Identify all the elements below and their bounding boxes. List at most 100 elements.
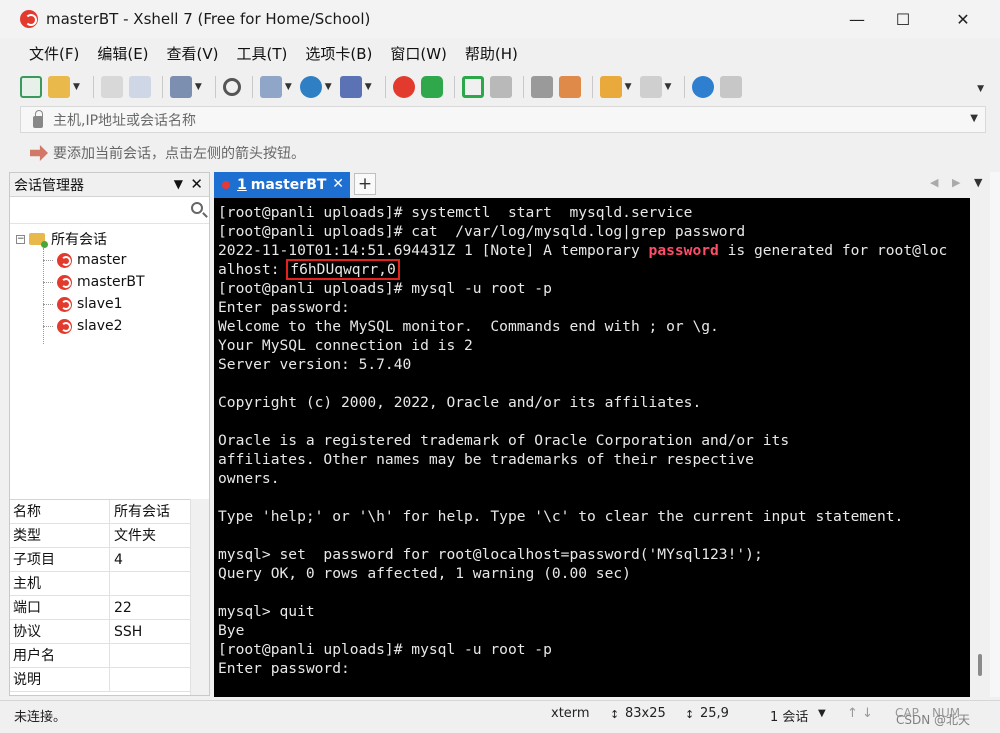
pin-icon[interactable]: ▼ [174,177,183,191]
scrollbar-thumb[interactable] [978,654,982,676]
new-session-icon[interactable] [20,76,42,98]
tree-item-master[interactable]: master [43,252,126,268]
address-bar[interactable]: 主机,IP地址或会话名称 ▼ [20,106,986,133]
menu-window[interactable]: 窗口(W) [381,41,456,67]
font-icon[interactable] [339,76,362,98]
sessions-dropdown-icon[interactable]: ▼ [818,708,826,719]
xshell-window: masterBT - Xshell 7 (Free for Home/Schoo… [0,0,1000,733]
tree-root-label: 所有会话 [51,232,107,248]
properties-icon[interactable] [169,76,192,98]
tree-item-slave2[interactable]: slave2 [43,318,123,334]
search-icon[interactable] [191,202,203,214]
menu-edit[interactable]: 编辑(E) [88,41,157,67]
address-input[interactable]: 主机,IP地址或会话名称 [53,110,196,130]
open-folder-icon[interactable] [48,76,70,98]
tab-next-icon[interactable]: ▶ [952,176,960,189]
menu-tools[interactable]: 工具(T) [228,41,297,67]
menu-tab[interactable]: 选项卡(B) [296,41,381,67]
next-arrow-icon[interactable]: ↓ [862,706,873,721]
session-manager-title: 会话管理器 [14,177,84,194]
tree-item-label: master [77,252,127,268]
disconnect-icon[interactable] [128,76,151,98]
terminal-line: Enter password: [218,299,350,316]
properties-dropdown-icon[interactable]: ▼ [195,82,202,92]
toolbar-overflow-icon[interactable]: ▼ [977,84,984,94]
property-value: 22 [114,600,132,616]
terminal-line: alhost: f6hDUqwqrr,0 [218,259,970,280]
toolbar-separator [684,76,686,98]
window-title: masterBT - Xshell 7 (Free for Home/Schoo… [46,10,371,28]
session-search-input[interactable] [10,197,209,224]
layout-icon[interactable] [639,76,662,98]
close-icon[interactable]: ✕ [190,175,203,193]
tab-masterbt[interactable]: 1 masterBT ✕ [214,172,350,198]
tree-item-slave1[interactable]: slave1 [43,296,123,312]
connection-status-icon [222,181,230,189]
menu-help[interactable]: 帮助(H) [456,41,527,67]
tree-branch-line [43,259,53,261]
toolbar-separator [161,76,163,98]
minimize-button[interactable]: — [834,6,880,32]
transfer-icon[interactable] [259,76,282,98]
tab-list-icon[interactable]: ▼ [974,176,982,189]
property-value [110,668,114,691]
tab-bar: 1 masterBT ✕ + ◀ ▶ ▼ [214,172,990,198]
property-key: 名称 [10,500,110,523]
tree-item-label: slave2 [77,318,123,334]
layout-dropdown-icon[interactable]: ▼ [665,82,672,92]
add-session-arrow-icon[interactable] [30,145,48,161]
help-icon[interactable] [692,76,715,98]
globe-icon[interactable] [299,76,322,98]
xshell-icon[interactable] [392,76,415,98]
font-dropdown-icon[interactable]: ▼ [365,82,372,92]
terminal-line: Type 'help;' or '\h' for help. Type '\c'… [218,508,904,525]
keyboard-icon[interactable] [530,76,553,98]
property-key: 用户名 [10,644,110,667]
terminal-output[interactable]: [root@panli uploads]# systemctl start my… [214,198,970,697]
tree-item-masterbt[interactable]: masterBT [43,274,145,290]
menu-view[interactable]: 查看(V) [158,41,228,67]
find-icon[interactable] [222,78,241,96]
maximize-button[interactable]: ☐ [880,6,926,32]
temporary-password: f6hDUqwqrr,0 [286,259,400,280]
compose-icon[interactable] [599,76,622,98]
properties-scrollbar[interactable] [190,499,209,695]
session-tree: − 所有会话 master masterBT slave1 slave2 [10,224,209,494]
close-button[interactable]: ✕ [940,6,986,32]
compose-dropdown-icon[interactable]: ▼ [625,82,632,92]
hint-bar: 要添加当前会话，点击左侧的箭头按钮。 [20,140,986,166]
session-icon [57,252,72,268]
terminal-line: Enter password: [218,660,350,677]
tree-branch-line [43,325,53,327]
chat-icon[interactable] [720,76,743,98]
session-manager-panel: 会话管理器 ▼ ✕ − 所有会话 master masterBT slave1 … [9,172,210,696]
menu-file[interactable]: 文件(F) [20,41,88,67]
terminal-line: Oracle is a registered trademark of Orac… [218,432,790,449]
fullscreen-icon[interactable] [461,76,484,98]
lock-screen-icon[interactable] [489,76,512,98]
highlight-icon[interactable] [558,76,581,98]
tab-label: masterBT [250,177,327,193]
chevron-down-icon[interactable]: ▼ [970,113,978,124]
background-window-edge [990,172,1000,697]
xftp-icon[interactable] [420,76,443,98]
collapse-icon[interactable]: − [16,234,25,244]
open-dropdown-icon[interactable]: ▼ [73,82,80,92]
tab-close-icon[interactable]: ✕ [332,176,344,192]
terminal-line: Your MySQL connection id is 2 [218,337,473,354]
prev-arrow-icon[interactable]: ↑ [847,706,858,721]
tab-prev-icon[interactable]: ◀ [930,176,938,189]
transfer-dropdown-icon[interactable]: ▼ [285,82,292,92]
properties-table: 名称 所有会话 类型 文件夹 子项目 4 主机 端口 22 协议 SSH 用户名 说明 [10,499,209,692]
session-icon [57,318,72,334]
globe-dropdown-icon[interactable]: ▼ [325,82,332,92]
terminal-line: [root@panli uploads]# cat /var/log/mysql… [218,223,746,240]
toolbar-separator [251,76,253,98]
xshell-logo-icon [20,10,38,28]
reconnect-icon[interactable] [100,76,123,98]
terminal-size: 83x25 [625,706,666,721]
tree-root-all-sessions[interactable]: − 所有会话 [16,229,107,249]
new-tab-button[interactable]: + [354,173,376,195]
terminal-scrollbar[interactable] [970,198,990,697]
